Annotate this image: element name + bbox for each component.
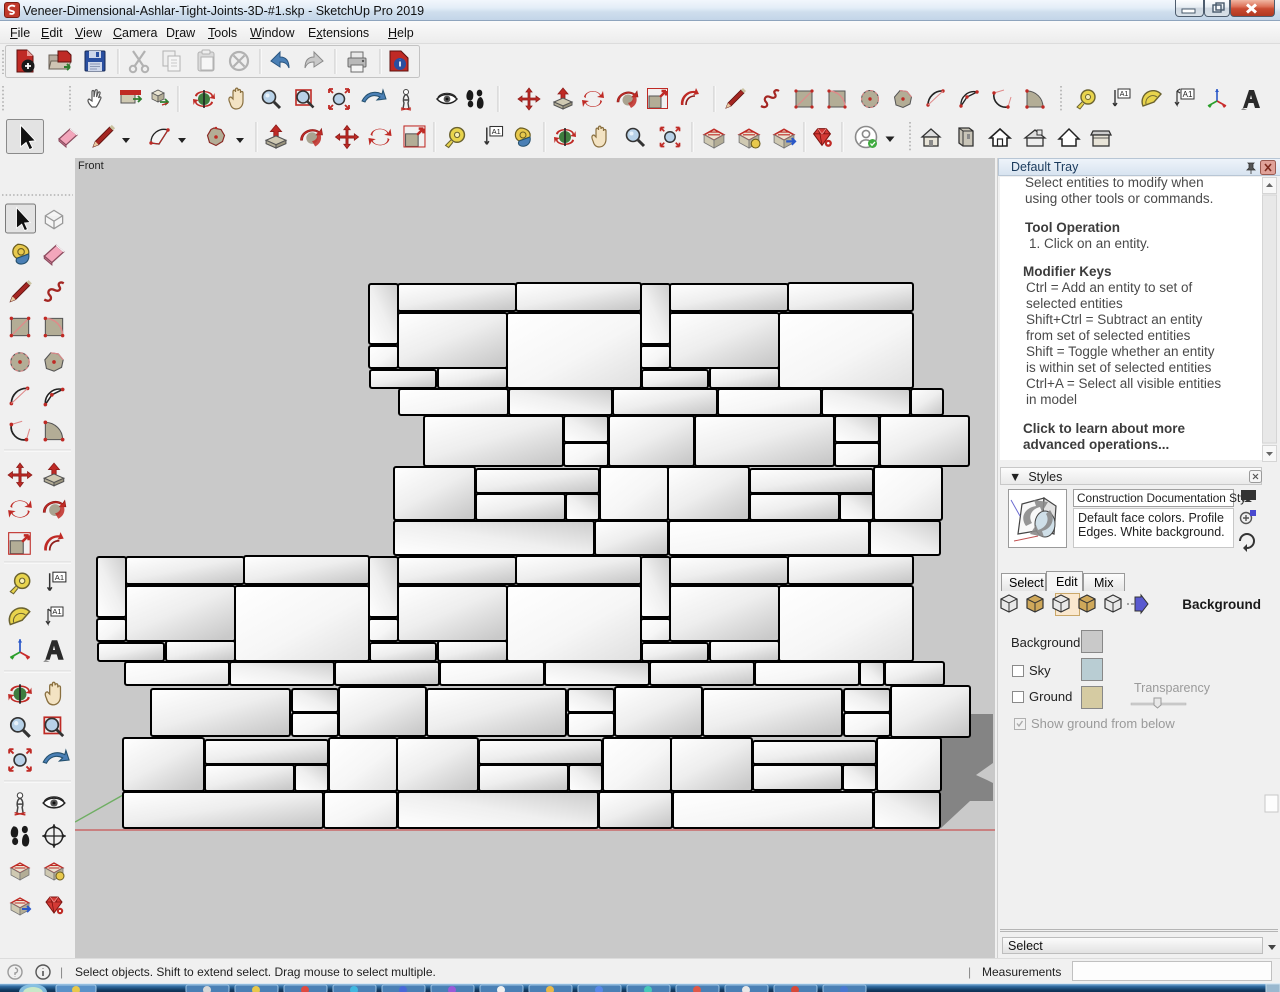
svg-text:Background: Background — [1182, 597, 1261, 612]
svg-text:A1: A1 — [52, 607, 61, 616]
svg-text:A1: A1 — [1183, 90, 1193, 99]
svg-text:Default face colors. Profile: Default face colors. Profile — [1078, 511, 1224, 525]
svg-text:Transparency: Transparency — [1134, 681, 1211, 695]
svg-text:Sky: Sky — [1029, 663, 1051, 678]
svg-text:A1: A1 — [1120, 91, 1129, 98]
svg-text:Construction Documentation Sty: Construction Documentation Sty — [1077, 491, 1246, 505]
svg-text:A1: A1 — [55, 573, 64, 582]
svg-text:A1: A1 — [492, 127, 501, 136]
svg-text:Show ground from below: Show ground from below — [1031, 716, 1175, 731]
svg-text:Edges. White background.: Edges. White background. — [1078, 525, 1225, 539]
svg-text:Ground: Ground — [1029, 689, 1072, 704]
svg-text:Background: Background — [1011, 635, 1080, 650]
